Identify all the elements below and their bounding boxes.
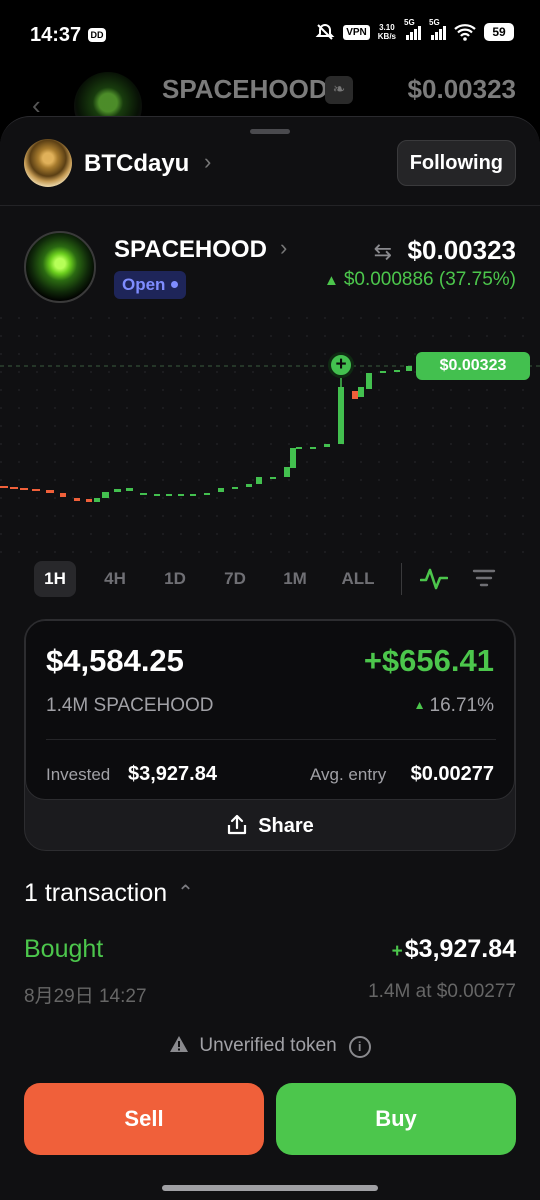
- token-name[interactable]: SPACEHOOD: [114, 236, 267, 264]
- invested-value: $3,927.84: [128, 763, 217, 785]
- signal-icon: 5G: [404, 18, 421, 40]
- signal-icon-2: 5G: [429, 18, 446, 40]
- timeframe-all[interactable]: ALL: [334, 561, 382, 597]
- network-speed: 3.10 KB/s: [378, 23, 396, 41]
- timeframe-bar: 1H 4H 1D 7D 1M ALL: [24, 561, 516, 597]
- position-pnl: +$656.41: [363, 643, 494, 678]
- network-speed-unit: KB/s: [377, 32, 396, 41]
- background-header: ‹ SPACEHOOD ❧ $0.00323: [0, 66, 540, 140]
- creator-name: BTCdayu: [84, 150, 190, 177]
- token-logo: [24, 231, 96, 303]
- status-icons: VPN 3.10 KB/s 5G 5G 59: [315, 18, 514, 42]
- unverified-label: Unverified token: [199, 1035, 337, 1056]
- position-pnl-percent: ▲ 16.71%: [414, 695, 494, 717]
- plus-icon: +: [391, 941, 403, 962]
- share-label: Share: [258, 815, 314, 837]
- divider: [46, 739, 496, 740]
- buy-button[interactable]: Buy: [276, 1083, 516, 1155]
- position-card: $4,584.25 +$656.41 1.4M SPACEHOOD ▲ 16.71…: [25, 620, 515, 800]
- line-chart-icon[interactable]: [420, 566, 448, 592]
- home-indicator[interactable]: [162, 1185, 378, 1191]
- divider: [0, 205, 540, 206]
- token-price: $0.00323: [407, 235, 516, 265]
- timeframe-4h[interactable]: 4H: [94, 561, 136, 597]
- background-token-name: SPACEHOOD: [162, 74, 328, 104]
- position-panel: $4,584.25 +$656.41 1.4M SPACEHOOD ▲ 16.71…: [24, 619, 516, 851]
- status-time: 14:37: [30, 24, 82, 46]
- app-badge-icon: DD: [88, 28, 106, 42]
- timeframe-1d[interactable]: 1D: [154, 561, 196, 597]
- battery-icon: 59: [484, 23, 514, 41]
- chevron-right-icon: ›: [204, 149, 212, 174]
- status-badge-label: Open: [122, 275, 166, 294]
- transactions-header-label: 1 transaction: [24, 879, 168, 907]
- avatar: [24, 139, 72, 187]
- token-detail-sheet: BTCdayu › Following SPACEHOOD › Open ⇆ $…: [0, 116, 540, 1200]
- chevron-up-icon: ⌃: [177, 882, 194, 904]
- buy-marker-icon[interactable]: +: [328, 352, 354, 378]
- warning-icon: [170, 1036, 189, 1052]
- current-price-tag: $0.00323: [416, 352, 530, 380]
- transaction-type: Bought: [24, 935, 104, 963]
- avg-entry-value: $0.00277: [410, 763, 494, 785]
- token-change: ▲ $0.000886 (37.75%): [324, 269, 516, 291]
- share-button[interactable]: Share: [25, 802, 515, 850]
- token-change-value: $0.000886 (37.75%): [343, 269, 516, 290]
- avg-entry-label: Avg. entry: [310, 765, 387, 784]
- status-bar: 14:37 DD VPN 3.10 KB/s 5G 5G 59: [0, 0, 540, 70]
- info-icon[interactable]: i: [348, 1036, 371, 1058]
- unverified-token-notice: Unverified token i: [0, 1035, 540, 1058]
- share-icon: [228, 814, 247, 835]
- up-triangle-icon: ▲: [413, 698, 426, 712]
- chevron-right-icon: ›: [280, 235, 288, 260]
- price-chart[interactable]: + $0.00323: [0, 317, 540, 567]
- signal-label-2: 5G: [429, 18, 440, 27]
- mute-bell-icon: [315, 23, 335, 40]
- position-amount: 1.4M SPACEHOOD: [46, 695, 214, 716]
- divider: [401, 563, 402, 595]
- following-button[interactable]: Following: [396, 140, 516, 186]
- creator-row[interactable]: BTCdayu › Following: [24, 137, 516, 189]
- swap-icon[interactable]: ⇆: [374, 239, 392, 265]
- background-token-price: $0.00323: [407, 74, 516, 104]
- transaction-detail: 1.4M at $0.00277: [368, 981, 516, 1002]
- up-triangle-icon: ▲: [323, 272, 339, 289]
- status-dot-icon: [171, 281, 179, 288]
- token-header: SPACEHOOD › Open ⇆ $0.00323 ▲ $0.000886 (…: [24, 231, 516, 303]
- signal-label: 5G: [404, 18, 415, 27]
- drag-handle[interactable]: [250, 129, 290, 134]
- wifi-icon: [454, 24, 476, 41]
- position-pnl-percent-value: 16.71%: [429, 695, 494, 716]
- transaction-amount: +$3,927.84: [392, 935, 516, 964]
- network-speed-value: 3.10: [379, 23, 395, 32]
- leaf-icon: ❧: [325, 76, 353, 104]
- timeframe-1h[interactable]: 1H: [34, 561, 76, 597]
- status-badge: Open: [114, 271, 187, 299]
- timeframe-7d[interactable]: 7D: [214, 561, 256, 597]
- vpn-icon: VPN: [343, 24, 370, 40]
- transaction-date: 8月29日 14:27: [24, 986, 147, 1007]
- timeframe-1m[interactable]: 1M: [274, 561, 316, 597]
- filter-icon[interactable]: [472, 566, 496, 590]
- transaction-amount-value: $3,927.84: [404, 935, 516, 963]
- transactions-header[interactable]: 1 transaction ⌃: [24, 879, 194, 908]
- sell-button[interactable]: Sell: [24, 1083, 264, 1155]
- invested-label: Invested: [46, 765, 111, 784]
- position-value: $4,584.25: [46, 643, 184, 678]
